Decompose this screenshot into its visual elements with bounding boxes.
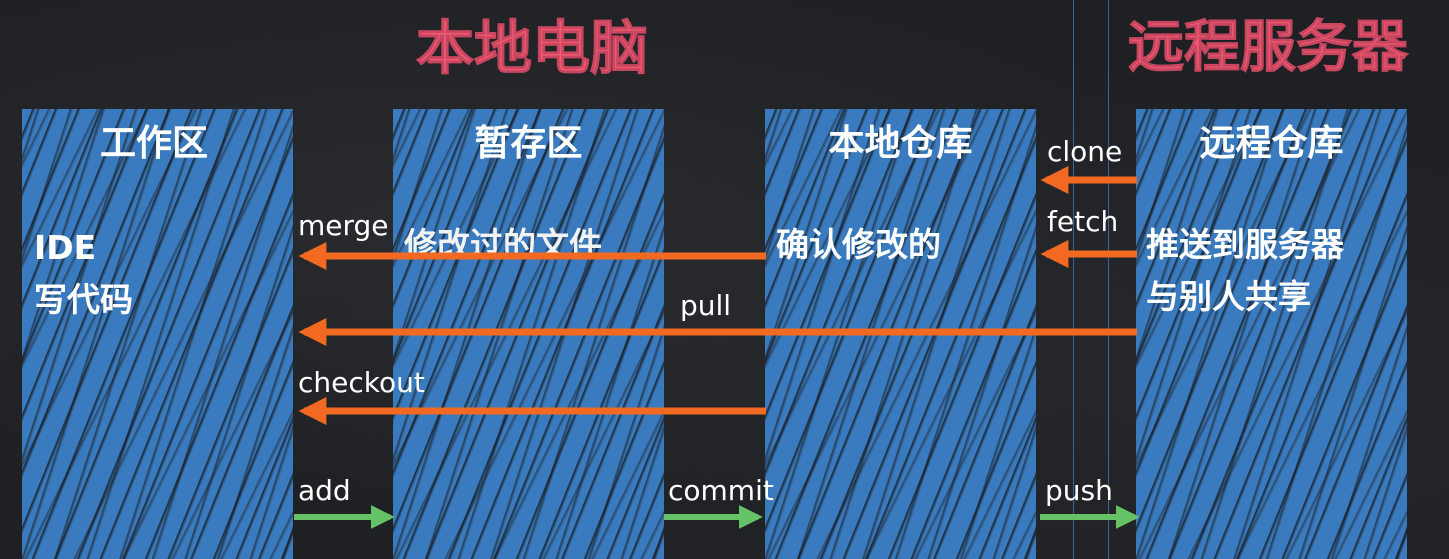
clone-label: clone — [1047, 135, 1123, 168]
git-workflow-diagram: 本地电脑 远程服务器 工作区 暂存区 本地仓库 远程仓库 IDE 写代码 修改过… — [0, 0, 1449, 559]
checkout-label: checkout — [298, 366, 425, 399]
push-label: push — [1045, 474, 1113, 507]
add-label: add — [298, 474, 351, 507]
merge-label: merge — [298, 209, 389, 242]
fetch-label: fetch — [1047, 205, 1119, 238]
pull-label: pull — [680, 289, 732, 322]
commit-label: commit — [668, 474, 774, 507]
